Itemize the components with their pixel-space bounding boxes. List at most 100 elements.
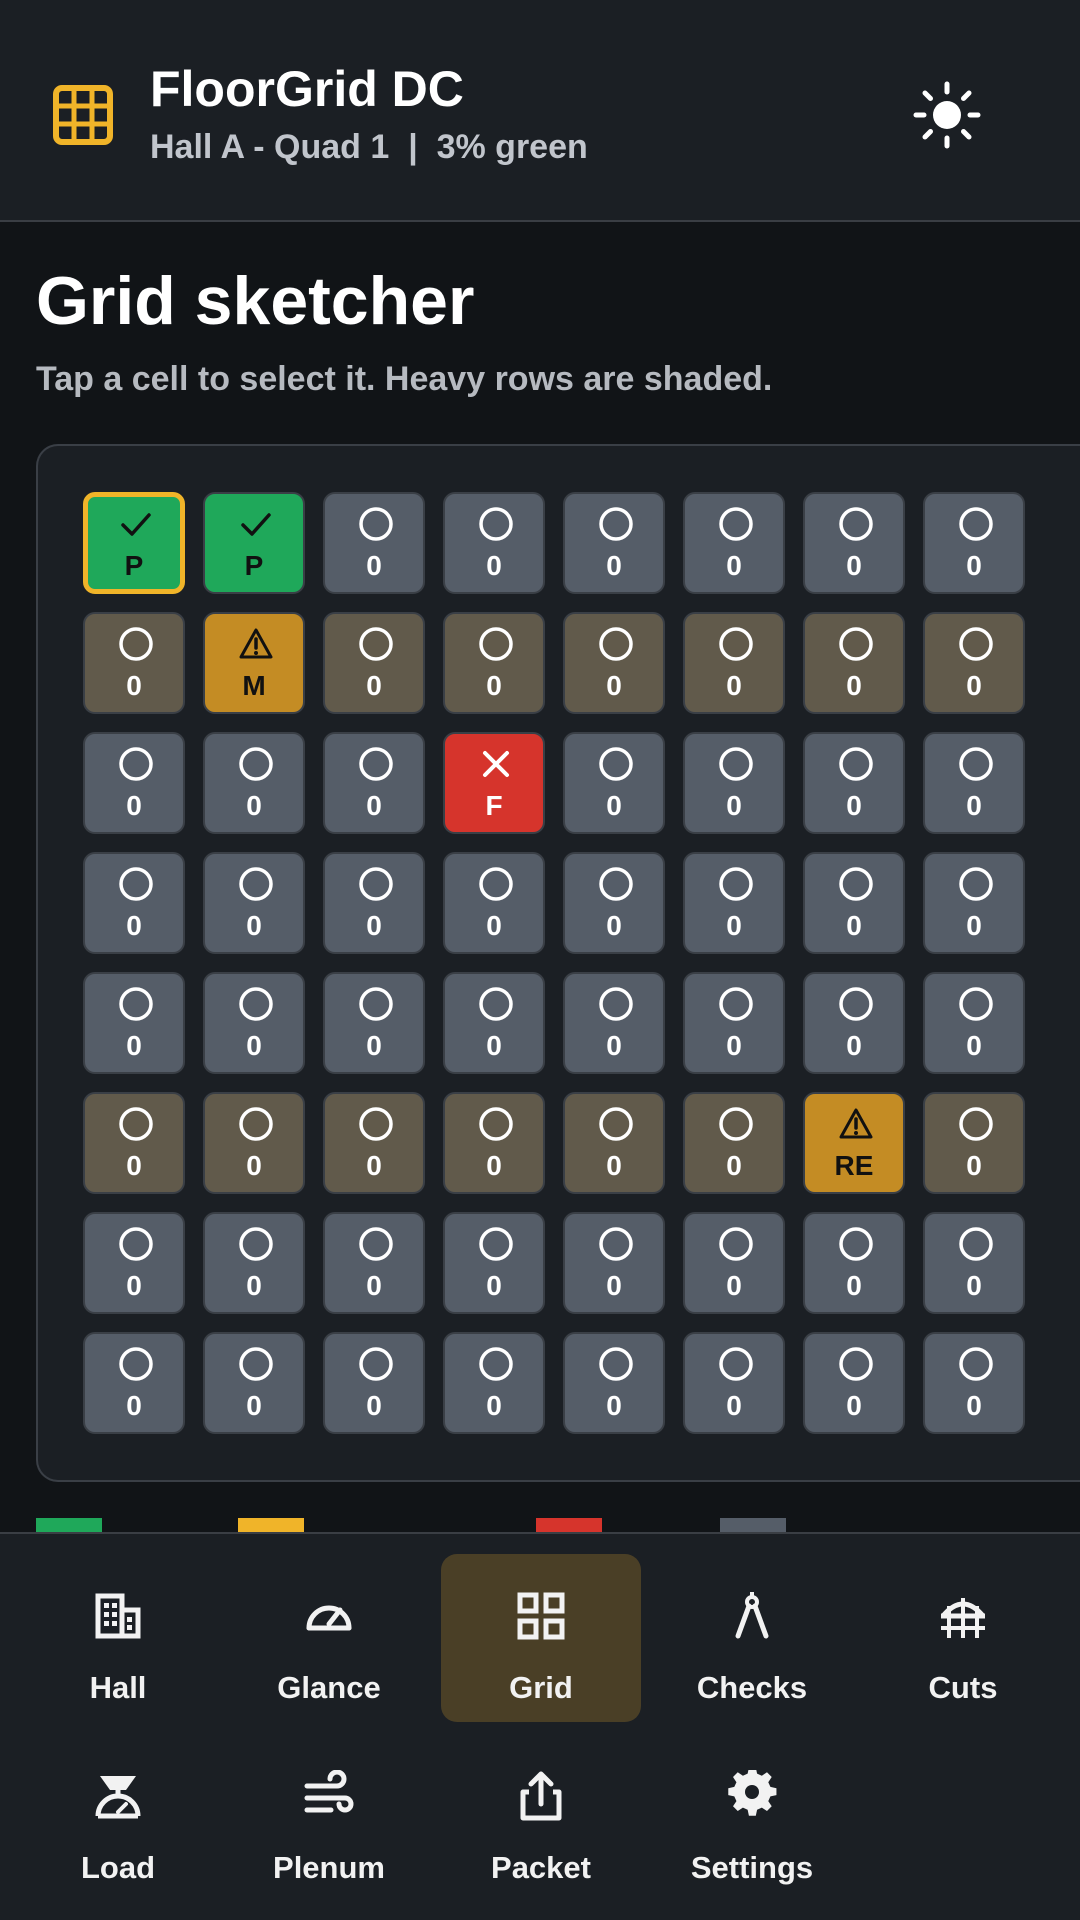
empty-circle-icon [359,987,393,1021]
grid-cell[interactable]: 0 [203,1092,305,1194]
grid-cell[interactable]: 0 [563,852,665,954]
grid-cell[interactable]: 0 [803,1212,905,1314]
nav-item-settings[interactable]: Settings [652,1734,852,1902]
grid-cell[interactable]: 0 [683,1092,785,1194]
empty-circle-icon [719,507,753,541]
grid-cell[interactable]: P [83,492,185,594]
nav-item-packet[interactable]: Packet [441,1734,641,1902]
grid-cell[interactable]: 0 [323,732,425,834]
grid-cell[interactable]: 0 [923,492,1025,594]
grid-cell[interactable]: 0 [83,1212,185,1314]
cell-label: 0 [846,1270,862,1301]
grid-cell[interactable]: 0 [203,972,305,1074]
empty-circle-icon [719,747,753,781]
grid-cell[interactable]: 0 [683,492,785,594]
grid-cell[interactable]: 0 [83,972,185,1074]
grid-cell[interactable]: 0 [563,492,665,594]
grid-cell[interactable]: 0 [923,1332,1025,1434]
bottom-navigation: Hall Glance Grid Checks Cuts Load Plenum Packet… [0,1532,1080,1920]
grid-cell[interactable]: 0 [83,1332,185,1434]
grid-cell[interactable]: 0 [923,732,1025,834]
grid-cell[interactable]: 0 [203,732,305,834]
grid-cell[interactable]: 0 [443,852,545,954]
grid-cell[interactable]: 0 [683,612,785,714]
grid-cell[interactable]: 0 [923,612,1025,714]
grid-cell[interactable]: 0 [203,1332,305,1434]
grid-cell[interactable]: 0 [803,612,905,714]
grid-cell[interactable]: 0 [683,972,785,1074]
cell-label: 0 [246,1390,262,1421]
cell-label: 0 [126,790,142,821]
empty-circle-icon [359,1347,393,1381]
grid-cell[interactable]: 0 [563,1092,665,1194]
nav-item-cuts[interactable]: Cuts [863,1554,1063,1722]
cell-label: 0 [726,910,742,941]
grid-cell[interactable]: 0 [683,1332,785,1434]
cell-label: 0 [366,550,382,581]
empty-circle-icon [839,627,873,661]
grid-cell[interactable]: 0 [323,1092,425,1194]
cell-label: 0 [606,550,622,581]
grid-cell[interactable]: 0 [803,732,905,834]
nav-item-hall[interactable]: Hall [18,1554,218,1722]
nav-item-plenum[interactable]: Plenum [229,1734,429,1902]
empty-circle-icon [599,627,633,661]
grid-cell[interactable]: 0 [443,972,545,1074]
cell-label: 0 [126,1150,142,1181]
grid-cell[interactable]: 0 [83,612,185,714]
nav-item-glance[interactable]: Glance [229,1554,429,1722]
grid-cell[interactable]: 0 [323,972,425,1074]
grid-cell[interactable]: 0 [563,612,665,714]
grid-cell[interactable]: 0 [323,612,425,714]
grid-cell[interactable]: 0 [323,852,425,954]
grid-cell[interactable]: 0 [563,1332,665,1434]
grid-cell[interactable]: 0 [323,1212,425,1314]
grid-cell[interactable]: 0 [923,972,1025,1074]
warning-icon [239,628,273,659]
grid-cell[interactable]: 0 [83,732,185,834]
grid-cell[interactable]: 0 [323,1332,425,1434]
nav-item-checks[interactable]: Checks [652,1554,852,1722]
grid-cell[interactable]: 0 [683,732,785,834]
grid-cell[interactable]: 0 [923,852,1025,954]
grid-cell[interactable]: 0 [923,1092,1025,1194]
grid-cell[interactable]: F [443,732,545,834]
grid-cell[interactable]: 0 [83,852,185,954]
grid-squares-icon [517,1592,565,1640]
grid-cell[interactable]: 0 [83,1092,185,1194]
grid-cell[interactable]: 0 [803,852,905,954]
grid-cell[interactable]: 0 [443,492,545,594]
grid-cell[interactable]: 0 [443,612,545,714]
nav-item-load[interactable]: Load [18,1734,218,1902]
grid-cell[interactable]: 0 [563,1212,665,1314]
cell-label: 0 [726,670,742,701]
cell-label: 0 [486,670,502,701]
grid-cell[interactable]: 0 [923,1212,1025,1314]
grid-cell[interactable]: 0 [443,1092,545,1194]
grid-cell[interactable]: 0 [563,732,665,834]
grid-cell[interactable]: P [203,492,305,594]
grid-cell[interactable]: RE [803,1092,905,1194]
grid-cell[interactable]: 0 [443,1212,545,1314]
empty-circle-icon [599,867,633,901]
empty-circle-icon [839,1347,873,1381]
grid-cell[interactable]: 0 [203,852,305,954]
nav-item-grid[interactable]: Grid [441,1554,641,1722]
grid-cell[interactable]: 0 [563,972,665,1074]
grid-cell[interactable]: 0 [203,1212,305,1314]
grid-cell[interactable]: 0 [443,1332,545,1434]
grid-cell[interactable]: 0 [803,972,905,1074]
sun-icon[interactable] [912,80,982,150]
cell-label: P [244,550,264,581]
grid-cell[interactable]: M [203,612,305,714]
empty-circle-icon [119,1227,153,1261]
grid-icon [53,85,113,145]
grid-cell[interactable]: 0 [803,1332,905,1434]
cell-label: 0 [366,1270,382,1301]
grid-cell[interactable]: 0 [323,492,425,594]
grid-cell[interactable]: 0 [683,1212,785,1314]
cell-label: 0 [726,550,742,581]
grid-cell[interactable]: 0 [683,852,785,954]
grid-cell[interactable]: 0 [803,492,905,594]
cell-label: 0 [606,1030,622,1061]
